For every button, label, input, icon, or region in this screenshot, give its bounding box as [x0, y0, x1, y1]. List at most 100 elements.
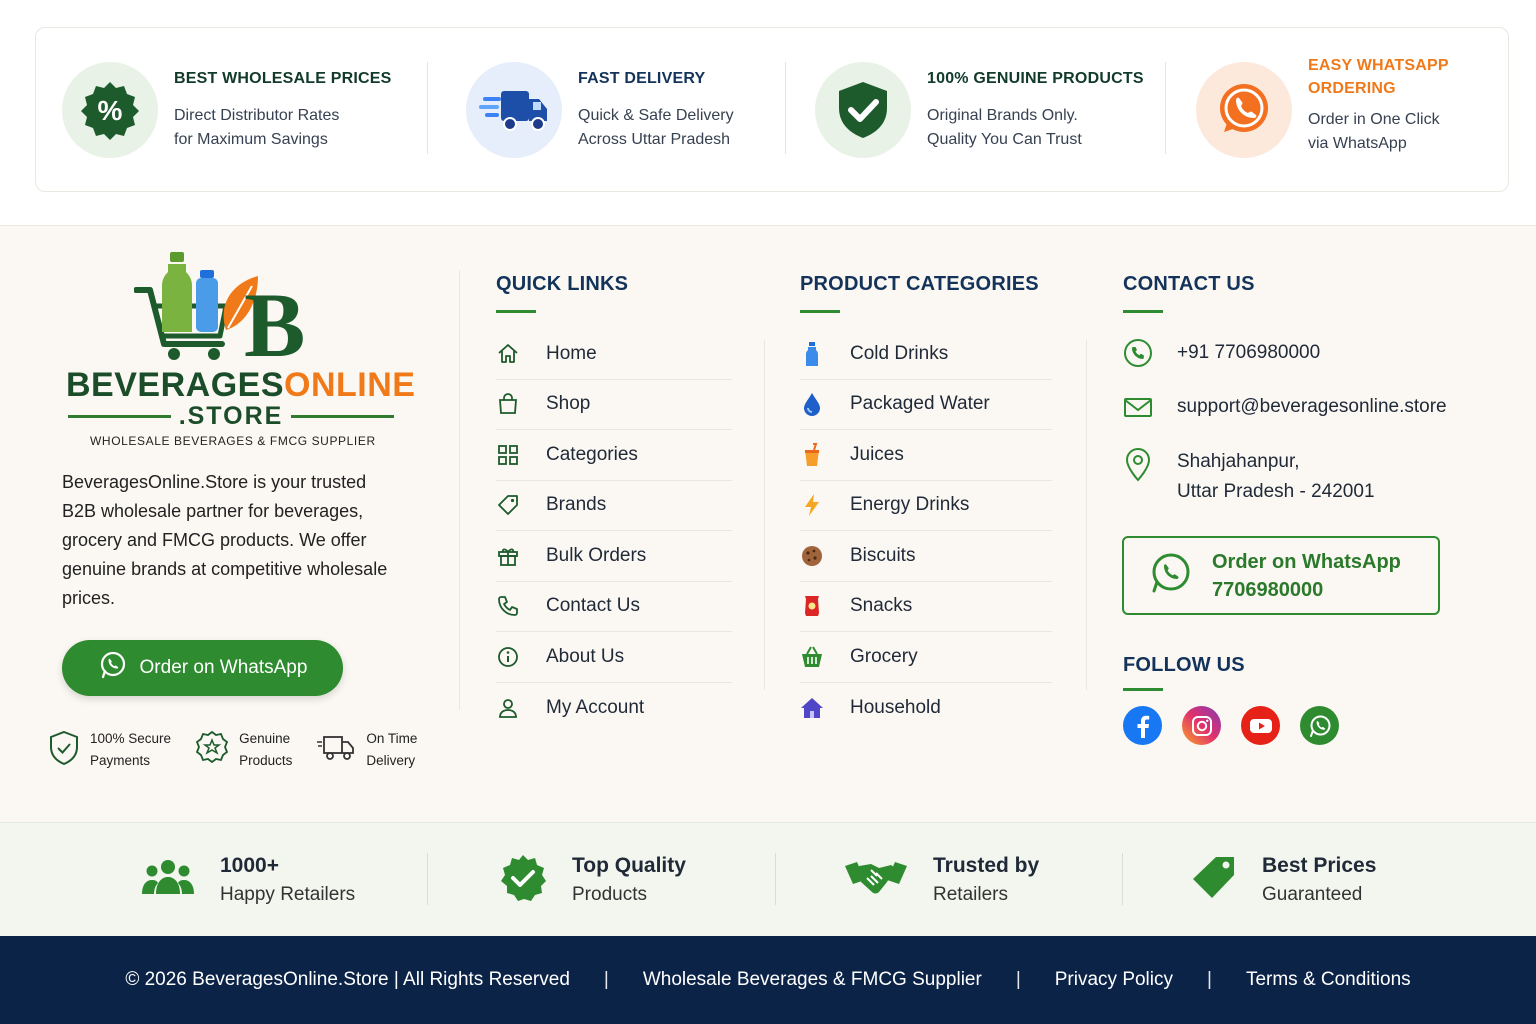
stat-title: 1000+ [220, 854, 279, 877]
feature-title: FAST DELIVERY [578, 70, 706, 87]
quick-link-categories[interactable]: Categories [496, 430, 732, 481]
whatsapp-box-text: Order on WhatsApp [1212, 550, 1401, 573]
feature-text: via WhatsApp [1308, 134, 1407, 152]
stat-title: Trusted by [933, 854, 1040, 877]
address-line: Shahjahanpur, [1177, 451, 1300, 472]
youtube-icon[interactable] [1241, 706, 1280, 745]
stat-trusted-retailers: Trusted by Retailers [843, 823, 1039, 937]
feature-text: Quick & Safe Delivery [578, 107, 734, 124]
shopping-bag-icon [496, 392, 546, 416]
grid-icon [496, 443, 546, 467]
footer-link-terms[interactable]: Terms & Conditions [1246, 969, 1411, 991]
quick-link-about-us[interactable]: About Us [496, 632, 732, 683]
contact-us-title: CONTACT US [1123, 273, 1255, 295]
column-divider [459, 270, 460, 710]
badge-genuine-products: Genuine Products [195, 728, 292, 772]
quick-link-brands[interactable]: Brands [496, 481, 732, 531]
social-links [1123, 706, 1359, 745]
order-whatsapp-button[interactable]: Order on WhatsApp [62, 640, 343, 696]
quality-badge-icon [498, 853, 548, 908]
divider [1165, 62, 1166, 154]
badge-text: 100% Secure [90, 731, 172, 746]
feature-title: 100% GENUINE PRODUCTS [927, 70, 1144, 87]
title-underline [1123, 688, 1163, 691]
title-underline [1123, 310, 1163, 313]
badge-text: Products [239, 753, 293, 768]
badge-text: Delivery [366, 753, 416, 768]
quick-link-label: Contact Us [546, 595, 640, 617]
percent-badge-icon: % [62, 61, 158, 158]
category-biscuits[interactable]: Biscuits [800, 531, 1052, 582]
badge-secure-payments: 100% Secure Payments [48, 728, 171, 772]
whatsapp-icon [1196, 61, 1292, 158]
quick-link-label: Categories [546, 443, 638, 465]
category-label: Snacks [850, 595, 913, 617]
column-divider [1086, 340, 1087, 690]
category-juices[interactable]: Juices [800, 430, 1052, 481]
divider [427, 853, 428, 905]
category-label: Packaged Water [850, 393, 990, 415]
svg-text:B: B [244, 274, 305, 362]
logo-line [68, 415, 171, 418]
trust-badges: 100% Secure Payments Genuine Products On T… [48, 728, 441, 772]
contact-email-text: support@beveragesonline.store [1177, 396, 1447, 417]
feature-fast-delivery: FAST DELIVERY Quick & Safe Delivery Acro… [466, 28, 734, 191]
category-cold-drinks[interactable]: Cold Drinks [800, 329, 1052, 380]
feature-whatsapp-ordering: EASY WHATSAPP ORDERING Order in One Clic… [1196, 28, 1449, 191]
features-card: % BEST WHOLESALE PRICES Direct Distribut… [35, 27, 1509, 192]
stat-subtitle: Products [572, 884, 647, 905]
mail-icon [1123, 392, 1153, 427]
stat-title: Top Quality [572, 854, 686, 877]
stat-subtitle: Guaranteed [1262, 884, 1363, 905]
logo-store-text: .STORE [178, 402, 284, 430]
basket-icon [800, 644, 850, 670]
logo-store: .STORE [68, 402, 394, 431]
footer-link-privacy-policy[interactable]: Privacy Policy [1055, 969, 1173, 991]
order-whatsapp-box[interactable]: Order on WhatsApp 7706980000 [1122, 536, 1440, 615]
divider [427, 62, 428, 154]
price-tag-icon [1190, 854, 1238, 907]
feature-text: Across Uttar Pradesh [578, 131, 731, 148]
quick-link-label: Shop [546, 393, 591, 415]
stat-top-quality: Top Quality Products [498, 823, 686, 937]
lightning-icon [800, 492, 850, 518]
quick-link-shop[interactable]: Shop [496, 380, 732, 430]
instagram-icon[interactable] [1182, 706, 1221, 745]
feature-text: Original Brands Only. [927, 107, 1078, 124]
quick-link-my-account[interactable]: My Account [496, 683, 732, 734]
category-energy-drinks[interactable]: Energy Drinks [800, 481, 1052, 531]
facebook-icon[interactable] [1123, 706, 1162, 745]
bottom-bar: © 2026 BeveragesOnline.Store | All Right… [0, 936, 1536, 1024]
title-underline [800, 310, 840, 313]
phone-icon [496, 594, 546, 618]
whatsapp-icon[interactable] [1300, 706, 1339, 745]
order-whatsapp-label: Order on WhatsApp [139, 657, 308, 678]
copyright-text: © 2026 BeveragesOnline.Store | All Right… [125, 969, 570, 990]
badge-text: Payments [90, 753, 151, 768]
info-icon [496, 645, 546, 669]
footer-link-wholesale[interactable]: Wholesale Beverages & FMCG Supplier [643, 969, 982, 991]
shield-check-icon [815, 61, 911, 158]
feature-title: ORDERING [1308, 79, 1396, 97]
contact-email[interactable]: support@beveragesonline.store [1123, 392, 1447, 427]
stats-bar: 1000+ Happy Retailers Top Quality Produc… [0, 822, 1536, 936]
stat-title: Best Prices [1262, 854, 1377, 877]
quick-link-home[interactable]: Home [496, 329, 732, 380]
handshake-icon [843, 856, 909, 905]
category-packaged-water[interactable]: Packaged Water [800, 380, 1052, 430]
home-icon [496, 342, 546, 366]
delivery-truck-icon [466, 61, 562, 158]
divider [775, 853, 776, 905]
separator: | [1015, 969, 1021, 990]
follow-us-title: FOLLOW US [1123, 654, 1245, 676]
stat-subtitle: Happy Retailers [220, 884, 356, 905]
feature-title: BEST WHOLESALE PRICES [174, 70, 392, 87]
category-grocery[interactable]: Grocery [800, 632, 1052, 683]
quick-link-bulk-orders[interactable]: Bulk Orders [496, 531, 732, 582]
whatsapp-icon [98, 650, 128, 686]
category-snacks[interactable]: Snacks [800, 582, 1052, 632]
brand-logo[interactable]: B [133, 250, 314, 376]
category-household[interactable]: Household [800, 683, 1052, 734]
quick-link-contact-us[interactable]: Contact Us [496, 582, 732, 632]
contact-phone[interactable]: +91 7706980000 [1123, 338, 1320, 373]
